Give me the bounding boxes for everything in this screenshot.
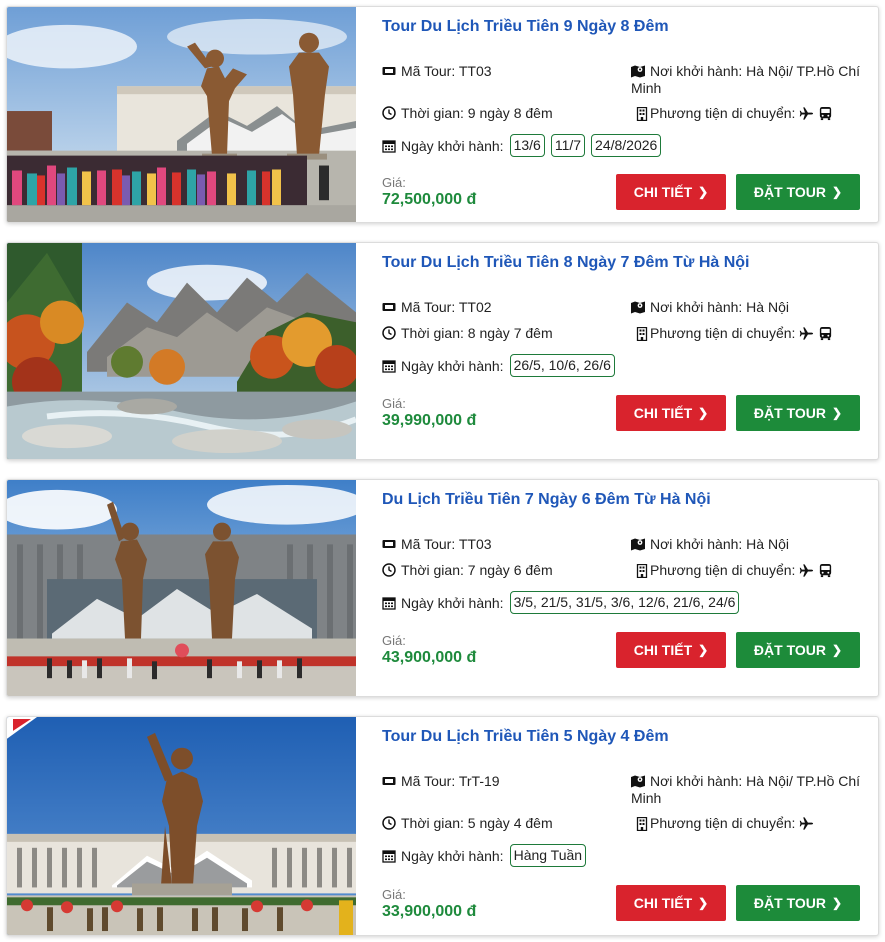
tour-card: Tour Du Lịch Triều Tiên 8 Ngày 7 Đêm Từ … (6, 242, 879, 460)
clock-icon (382, 106, 396, 120)
tour-list: Tour Du Lịch Triều Tiên 9 Ngày 8 Đêm Mã … (0, 0, 885, 942)
tour-card: Tour Du Lịch Triều Tiên 5 Ngày 4 Đêm Mã … (6, 716, 879, 936)
bus-icon (820, 563, 832, 578)
chevron-right-icon: ❯ (832, 643, 843, 657)
tour-origin: Nơi khởi hành: Hà Nội (650, 299, 789, 315)
tour-origin: Nơi khởi hành: Hà Nội/ TP.Hồ Chí Minh (631, 63, 861, 96)
detail-button[interactable]: CHI TIẾT ❯ (616, 395, 726, 431)
building-icon (631, 563, 648, 578)
chevron-right-icon: ❯ (698, 643, 709, 657)
price-label: Giá: (382, 633, 406, 648)
date-chip[interactable]: 11/7 (550, 134, 586, 157)
bus-icon (820, 106, 832, 121)
tour-title[interactable]: Tour Du Lịch Triều Tiên 8 Ngày 7 Đêm Từ … (382, 253, 868, 273)
tour-duration: Thời gian: 8 ngày 7 đêm (401, 325, 553, 341)
tour-card: Du Lịch Triều Tiên 7 Ngày 6 Đêm Từ Hà Nộ… (6, 479, 879, 697)
dates-label: Ngày khởi hành: (401, 357, 504, 374)
chevron-right-icon: ❯ (832, 406, 843, 420)
dates-label: Ngày khởi hành: (401, 847, 504, 864)
tour-image[interactable] (7, 717, 356, 935)
tour-origin: Nơi khởi hành: Hà Nội/ TP.Hồ Chí Minh (631, 773, 861, 806)
tour-price: 72,500,000 đ (382, 191, 477, 208)
tour-title[interactable]: Tour Du Lịch Triều Tiên 5 Ngày 4 Đêm (382, 727, 868, 747)
chevron-right-icon: ❯ (832, 896, 843, 910)
transport-label: Phương tiện di chuyển: (650, 815, 796, 831)
tour-title[interactable]: Du Lịch Triều Tiên 7 Ngày 6 Đêm Từ Hà Nộ… (382, 490, 868, 510)
tour-card: Tour Du Lịch Triều Tiên 9 Ngày 8 Đêm Mã … (6, 6, 879, 223)
price-label: Giá: (382, 887, 406, 902)
dates-label: Ngày khởi hành: (401, 137, 504, 154)
tour-code: Mã Tour: TT02 (401, 299, 492, 315)
date-chip[interactable]: 26/5, 10/6, 26/6 (509, 354, 615, 377)
dates-label: Ngày khởi hành: (401, 594, 504, 611)
clock-icon (382, 816, 396, 830)
tour-duration: Thời gian: 9 ngày 8 đêm (401, 105, 553, 121)
ticket-icon (382, 774, 396, 788)
chevron-right-icon: ❯ (698, 406, 709, 420)
calendar-icon (382, 359, 396, 373)
tour-info: Du Lịch Triều Tiên 7 Ngày 6 Đêm Từ Hà Nộ… (356, 480, 878, 696)
tour-origin: Nơi khởi hành: Hà Nội (650, 536, 789, 552)
tour-duration: Thời gian: 5 ngày 4 đêm (401, 815, 553, 831)
date-chip[interactable]: 3/5, 21/5, 31/5, 3/6, 12/6, 21/6, 24/6 (509, 591, 740, 614)
map-icon (631, 300, 645, 314)
detail-button[interactable]: CHI TIẾT ❯ (616, 174, 726, 210)
clock-icon (382, 326, 396, 340)
plane-icon (800, 817, 814, 830)
departure-dates: Ngày khởi hành: 13/6 11/7 24/8/2026 (382, 134, 662, 157)
calendar-icon (382, 139, 396, 153)
ticket-icon (382, 300, 396, 314)
calendar-icon (382, 849, 396, 863)
detail-button[interactable]: CHI TIẾT ❯ (616, 885, 726, 921)
tour-image[interactable] (7, 243, 356, 459)
ticket-icon (382, 537, 396, 551)
tour-title[interactable]: Tour Du Lịch Triều Tiên 9 Ngày 8 Đêm (382, 17, 868, 37)
transport-label: Phương tiện di chuyển: (650, 325, 796, 341)
date-chip[interactable]: 13/6 (509, 134, 545, 157)
chevron-right-icon: ❯ (832, 185, 843, 199)
calendar-icon (382, 596, 396, 610)
chevron-right-icon: ❯ (698, 896, 709, 910)
clock-icon (382, 563, 396, 577)
tour-image[interactable] (7, 480, 356, 696)
building-icon (631, 816, 648, 831)
ticket-icon (382, 64, 396, 78)
map-icon (631, 537, 645, 551)
date-chip[interactable]: Hàng Tuần (509, 844, 587, 867)
tour-code: Mã Tour: TT03 (401, 536, 492, 552)
departure-dates: Ngày khởi hành: 3/5, 21/5, 31/5, 3/6, 12… (382, 591, 740, 614)
price-label: Giá: (382, 396, 406, 411)
book-tour-button[interactable]: ĐẶT TOUR ❯ (736, 174, 860, 210)
plane-icon (800, 107, 814, 120)
bus-icon (820, 326, 832, 341)
plane-icon (800, 564, 814, 577)
book-tour-button[interactable]: ĐẶT TOUR ❯ (736, 885, 860, 921)
transport-label: Phương tiện di chuyển: (650, 105, 796, 121)
tour-info: Tour Du Lịch Triều Tiên 5 Ngày 4 Đêm Mã … (356, 717, 878, 935)
tour-code: Mã Tour: TrT-19 (401, 773, 500, 789)
tour-price: 33,900,000 đ (382, 903, 477, 920)
tour-price: 39,990,000 đ (382, 412, 477, 429)
tour-price: 43,900,000 đ (382, 649, 477, 666)
book-tour-button[interactable]: ĐẶT TOUR ❯ (736, 632, 860, 668)
tour-info: Tour Du Lịch Triều Tiên 8 Ngày 7 Đêm Từ … (356, 243, 878, 459)
building-icon (631, 326, 648, 341)
price-label: Giá: (382, 175, 406, 190)
detail-button[interactable]: CHI TIẾT ❯ (616, 632, 726, 668)
transport-label: Phương tiện di chuyển: (650, 562, 796, 578)
map-icon (631, 64, 645, 78)
map-icon (631, 774, 645, 788)
building-icon (631, 106, 648, 121)
plane-icon (800, 327, 814, 340)
tour-image[interactable] (7, 7, 356, 222)
tour-info: Tour Du Lịch Triều Tiên 9 Ngày 8 Đêm Mã … (356, 7, 878, 222)
chevron-right-icon: ❯ (698, 185, 709, 199)
book-tour-button[interactable]: ĐẶT TOUR ❯ (736, 395, 860, 431)
departure-dates: Ngày khởi hành: Hàng Tuần (382, 844, 587, 867)
tour-code: Mã Tour: TT03 (401, 63, 492, 79)
departure-dates: Ngày khởi hành: 26/5, 10/6, 26/6 (382, 354, 615, 377)
tour-duration: Thời gian: 7 ngày 6 đêm (401, 562, 553, 578)
date-chip[interactable]: 24/8/2026 (591, 134, 662, 157)
